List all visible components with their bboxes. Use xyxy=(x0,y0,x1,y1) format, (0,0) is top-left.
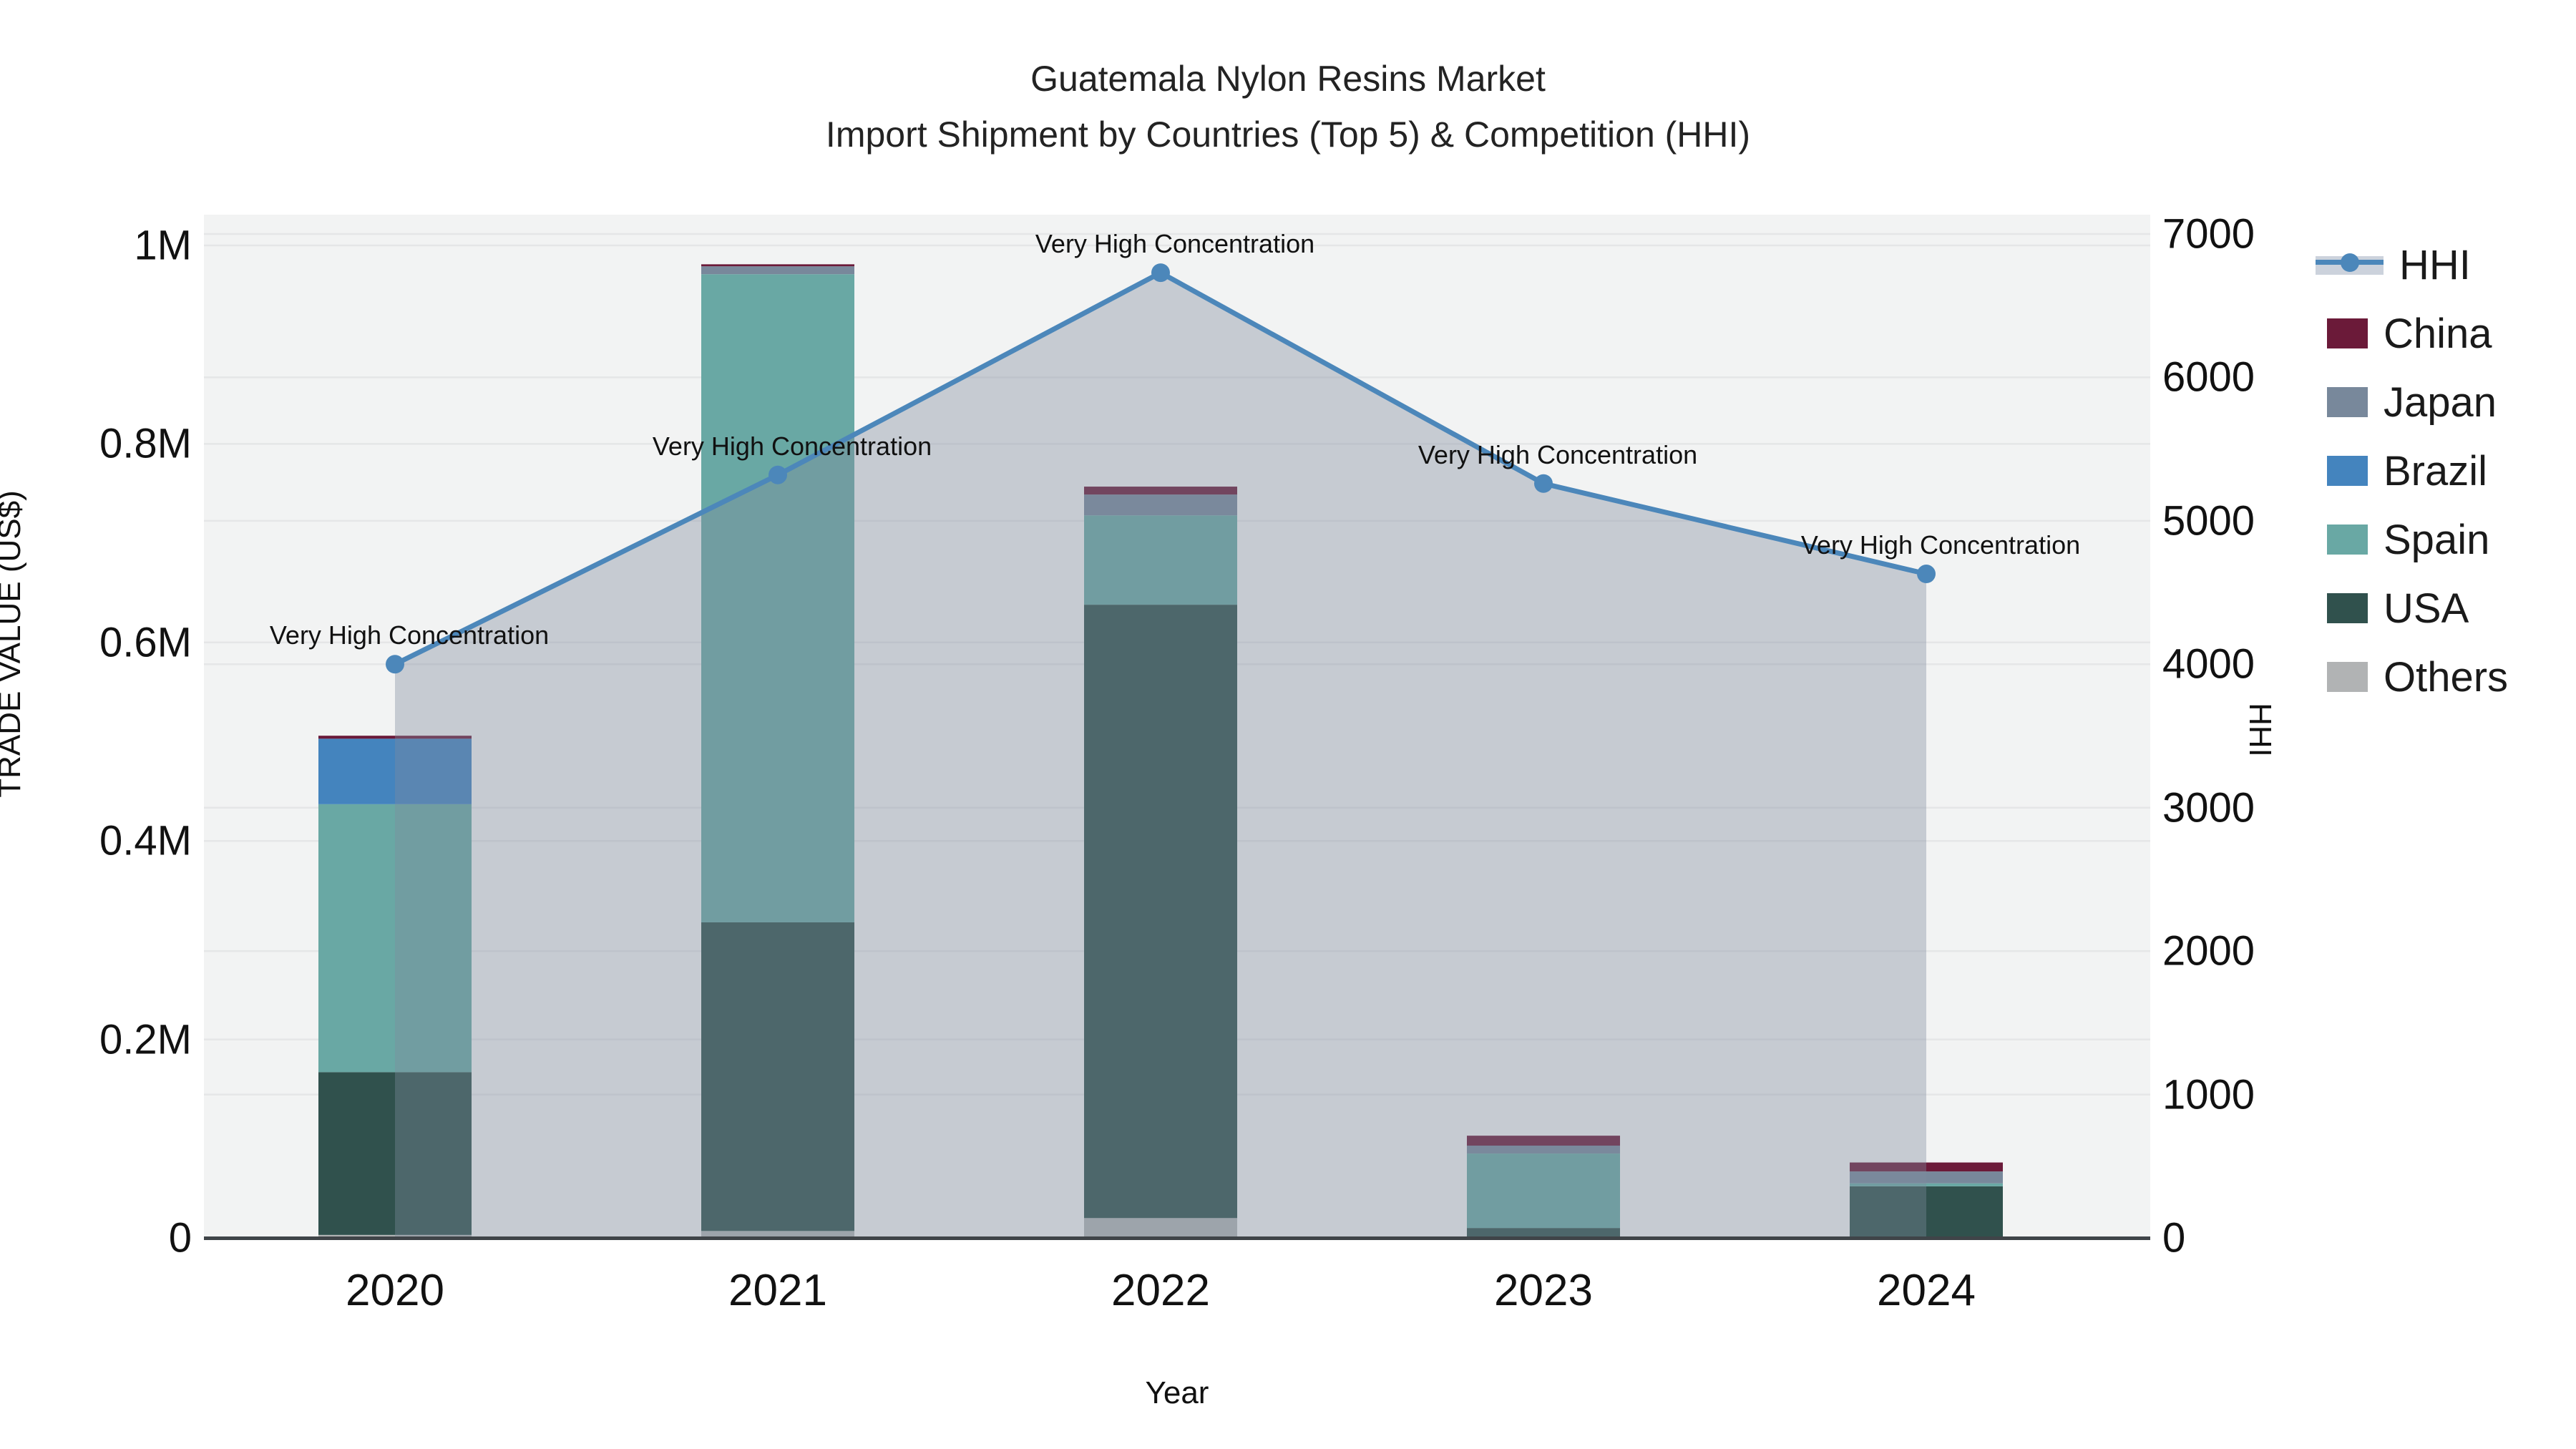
legend-item-china[interactable]: China xyxy=(2316,299,2508,368)
chart-title-line2: Import Shipment by Countries (Top 5) & C… xyxy=(825,114,1751,155)
bar-segment-japan-2021[interactable] xyxy=(701,266,854,275)
legend: HHI China Japan Brazil Spain USA Others xyxy=(2316,230,2508,711)
bar-segment-china-2021[interactable] xyxy=(701,264,854,267)
legend-label: USA xyxy=(2384,585,2469,632)
chart-title: Guatemala Nylon Resins Market Import Shi… xyxy=(0,52,2576,162)
right-axis-title: HHI xyxy=(2243,703,2278,757)
legend-label: Others xyxy=(2384,653,2509,701)
chart-title-line1: Guatemala Nylon Resins Market xyxy=(1030,59,1546,99)
chart-canvas xyxy=(204,215,2150,1240)
left-axis-title: TRADE VALUE (US$) xyxy=(0,490,27,798)
hhi-line-sample-icon xyxy=(2316,250,2384,280)
legend-item-spain[interactable]: Spain xyxy=(2316,505,2508,574)
hhi-marker-2021[interactable] xyxy=(769,465,787,484)
legend-item-usa[interactable]: USA xyxy=(2316,574,2508,643)
legend-label: HHI xyxy=(2399,241,2471,288)
legend-label: Brazil xyxy=(2384,447,2488,494)
china-swatch-icon xyxy=(2327,318,2368,348)
x-axis-title: Year xyxy=(1145,1375,1209,1410)
legend-label: Japan xyxy=(2384,379,2497,426)
hhi-marker-2022[interactable] xyxy=(1151,263,1170,283)
legend-item-brazil[interactable]: Brazil xyxy=(2316,436,2508,505)
japan-swatch-icon xyxy=(2327,387,2368,417)
hhi-marker-2023[interactable] xyxy=(1534,474,1553,493)
x-axis-line xyxy=(204,1236,2150,1240)
legend-item-others[interactable]: Others xyxy=(2316,643,2508,711)
hhi-marker-2024[interactable] xyxy=(1917,565,1936,584)
usa-swatch-icon xyxy=(2327,593,2368,623)
spain-swatch-icon xyxy=(2327,525,2368,555)
legend-item-hhi[interactable]: HHI xyxy=(2316,230,2508,299)
legend-label: Spain xyxy=(2384,516,2490,563)
others-swatch-icon xyxy=(2327,662,2368,692)
legend-item-japan[interactable]: Japan xyxy=(2316,368,2508,436)
legend-label: China xyxy=(2384,310,2492,357)
brazil-swatch-icon xyxy=(2327,456,2368,486)
hhi-marker-2020[interactable] xyxy=(386,655,404,674)
